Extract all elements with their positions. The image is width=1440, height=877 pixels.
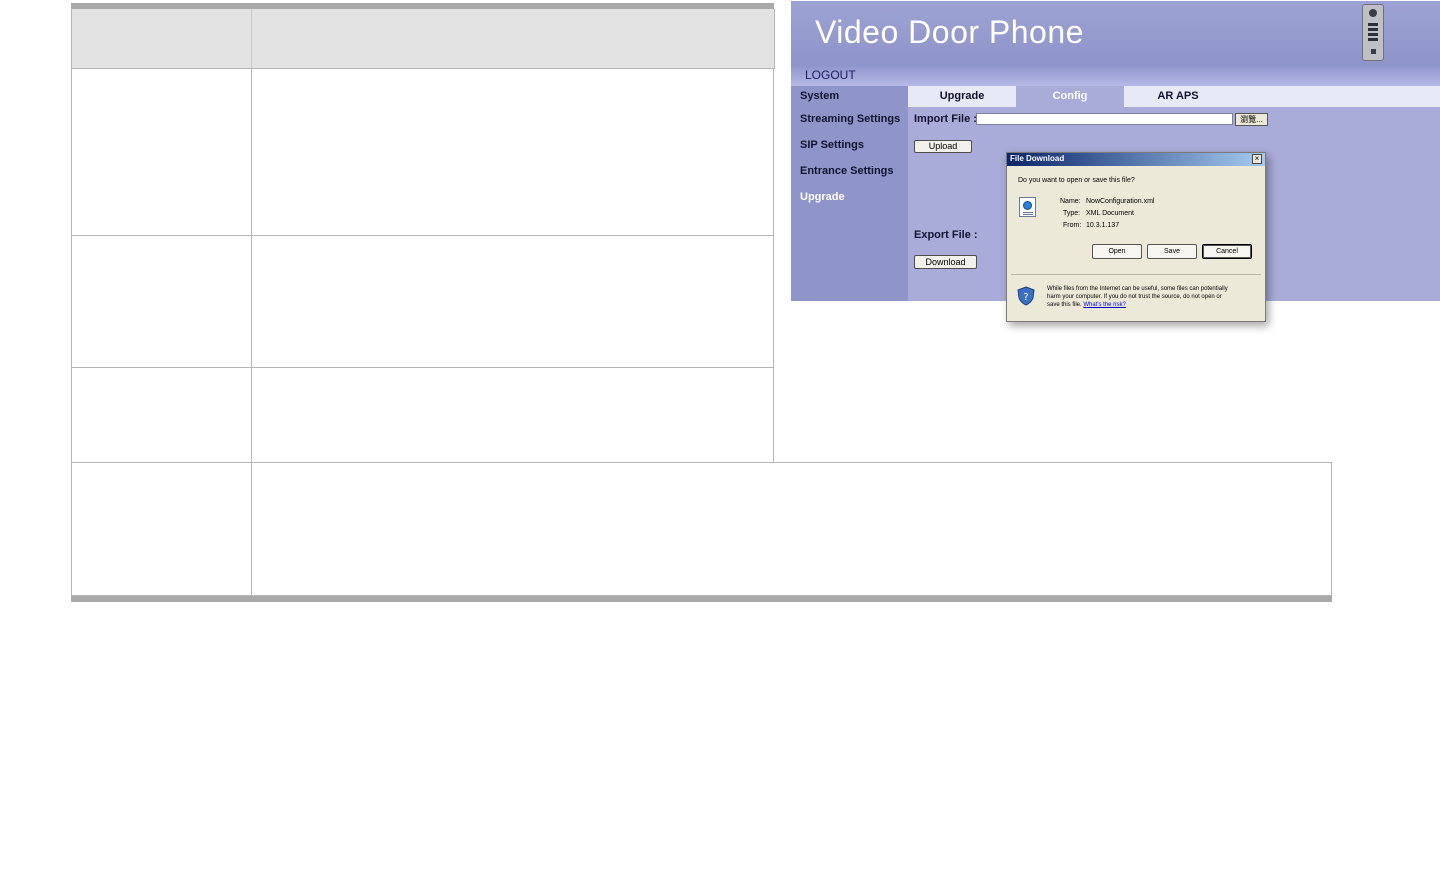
sidebar-item-system[interactable]: System [800,90,839,102]
dialog-question: Do you want to open or save this file? [1018,177,1135,184]
warning-line: harm your computer. If you do not trust … [1047,294,1222,300]
upload-button[interactable]: Upload [914,140,972,153]
column-divider [251,9,252,68]
table-row [71,236,774,368]
app-title: Video Door Phone [815,14,1084,50]
name-label: Name: [1060,198,1081,205]
sidebar-item-entrance-settings[interactable]: Entrance Settings [800,165,894,177]
import-file-label: Import File : [914,113,977,125]
dialog-title: File Download [1010,154,1065,163]
door-phone-device-icon [1362,4,1384,61]
type-label: Type: [1063,210,1081,217]
shield-icon: ? [1017,286,1035,306]
dialog-titlebar: File Download × [1007,153,1265,166]
table-row [71,368,774,463]
sidebar-item-upgrade[interactable]: Upgrade [800,191,845,203]
from-value: 10.3.1.137 [1086,222,1120,229]
dialog-warning-text: While files from the Internet can be use… [1047,285,1259,309]
tab-bar: Upgrade Config AR APS [908,86,1440,107]
app-header: Video Door Phone [791,1,1440,65]
column-divider [251,368,252,462]
table-bottom-rule [71,596,1332,602]
warning-line: While files from the Internet can be use… [1047,286,1228,292]
dialog-separator [1011,274,1261,275]
logout-bar [791,65,1440,86]
sidebar: System Streaming Settings SIP Settings E… [791,86,908,301]
svg-text:?: ? [1023,292,1028,303]
tab-upgrade[interactable]: Upgrade [908,86,1016,107]
open-button[interactable]: Open [1092,244,1142,259]
column-divider [251,236,252,367]
warning-line: save this file. [1047,302,1082,308]
tab-config[interactable]: Config [1016,86,1124,107]
browse-button[interactable]: 瀏覽... [1235,113,1268,126]
table-row [71,462,1332,596]
cancel-button[interactable]: Cancel [1202,244,1252,259]
column-divider [251,68,252,235]
sidebar-item-sip-settings[interactable]: SIP Settings [800,139,864,151]
tab-ar-aps[interactable]: AR APS [1124,86,1232,107]
logout-link[interactable]: LOGOUT [805,68,856,82]
import-file-input[interactable] [976,113,1233,125]
download-button[interactable]: Download [914,255,977,269]
table-header-row [71,9,775,69]
warning-line-last: save this file. What's the risk? [1047,301,1259,309]
from-label: From: [1063,222,1082,229]
type-value: XML Document [1086,210,1134,217]
sidebar-item-streaming-settings[interactable]: Streaming Settings [800,113,900,125]
save-button[interactable]: Save [1147,244,1197,259]
name-value: NowConfiguration.xml [1086,198,1155,205]
xml-document-icon [1019,197,1036,217]
dialog-close-button[interactable]: × [1252,154,1262,164]
whats-the-risk-link[interactable]: What's the risk? [1083,302,1126,308]
column-divider [251,463,252,595]
file-download-dialog: File Download × Do you want to open or s… [1006,152,1266,322]
export-file-label: Export File : [914,229,978,241]
table-row [71,68,774,236]
